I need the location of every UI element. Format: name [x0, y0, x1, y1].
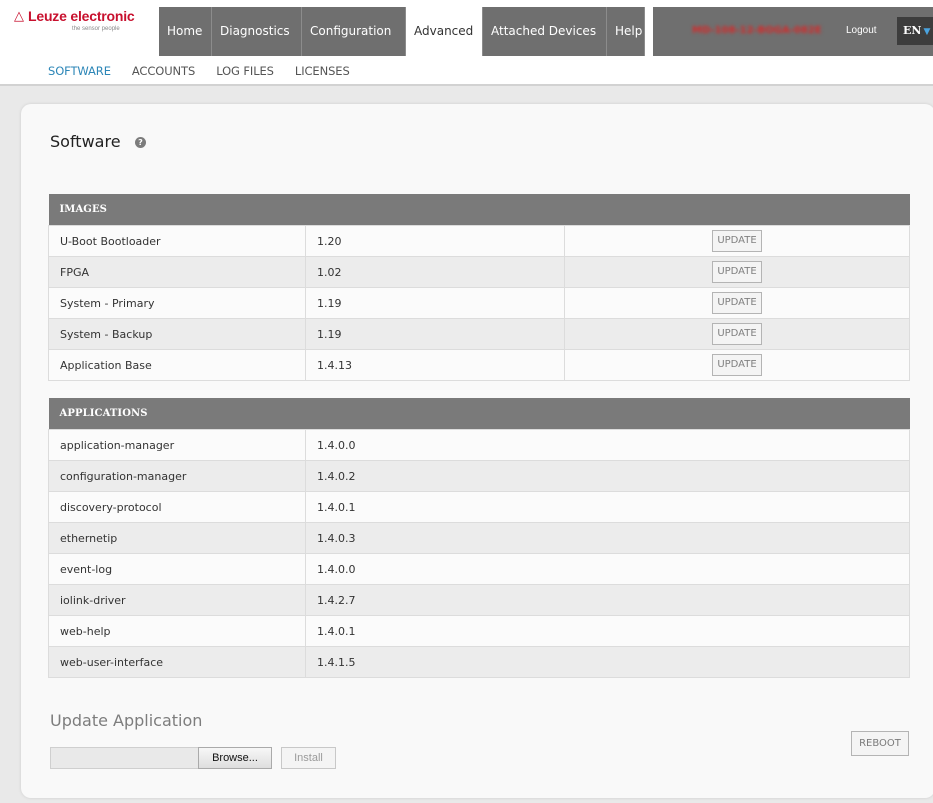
main-nav: Home Diagnostics Configuration Advanced … — [159, 7, 645, 56]
app-name: web-help — [48, 615, 306, 647]
reboot-button[interactable]: REBOOT — [851, 731, 909, 756]
subtab-log-files[interactable]: LOG FILES — [216, 64, 274, 78]
table-row: System - Backup 1.19 UPDATE — [48, 318, 910, 350]
chevron-down-icon: ▼ — [923, 27, 931, 37]
question-icon[interactable]: ? — [135, 137, 146, 148]
subtab-licenses[interactable]: LICENSES — [295, 64, 350, 78]
image-name: System - Primary — [48, 287, 306, 319]
app-version: 1.4.2.7 — [304, 584, 911, 616]
app-version: 1.4.1.5 — [304, 646, 911, 678]
tab-advanced[interactable]: Advanced — [406, 7, 483, 56]
update-button[interactable]: UPDATE — [712, 230, 762, 252]
tab-diagnostics[interactable]: Diagnostics — [212, 7, 302, 56]
app-name: configuration-manager — [48, 460, 306, 492]
app-version: 1.4.0.0 — [304, 429, 911, 461]
subtab-software[interactable]: SOFTWARE — [48, 64, 111, 78]
table-row: web-help 1.4.0.1 — [48, 615, 911, 647]
app-version: 1.4.0.1 — [304, 615, 911, 647]
app-name: web-user-interface — [48, 646, 306, 678]
applications-header: APPLICATIONS — [48, 398, 910, 430]
language-code: EN — [903, 24, 922, 37]
table-row: web-user-interface 1.4.1.5 — [48, 646, 911, 678]
browse-button[interactable]: Browse... — [198, 747, 272, 769]
image-name: U-Boot Bootloader — [48, 225, 306, 257]
brand-tagline: the sensor people — [72, 26, 120, 32]
tab-configuration[interactable]: Configuration — [302, 7, 406, 56]
logout-link[interactable]: Logout — [846, 7, 877, 56]
app-name: ethernetip — [48, 522, 306, 554]
app-version: 1.4.0.2 — [304, 460, 911, 492]
table-row: Application Base 1.4.13 UPDATE — [48, 349, 910, 381]
table-row: FPGA 1.02 UPDATE — [48, 256, 910, 288]
update-button[interactable]: UPDATE — [712, 323, 762, 345]
image-name: Application Base — [48, 349, 306, 381]
app-version: 1.4.0.1 — [304, 491, 911, 523]
update-button[interactable]: UPDATE — [712, 292, 762, 314]
tab-help[interactable]: Help — [607, 7, 645, 56]
applications-table: APPLICATIONS application-manager 1.4.0.0… — [48, 398, 911, 678]
image-version: 1.4.13 — [305, 349, 565, 381]
table-row: System - Primary 1.19 UPDATE — [48, 287, 910, 319]
image-name: System - Backup — [48, 318, 306, 350]
file-path-field[interactable] — [50, 747, 200, 769]
image-version: 1.19 — [305, 318, 565, 350]
image-version: 1.02 — [305, 256, 565, 288]
table-row: application-manager 1.4.0.0 — [48, 429, 911, 461]
update-application-title: Update Application — [50, 711, 203, 730]
sub-nav: SOFTWARE ACCOUNTS LOG FILES LICENSES — [0, 56, 933, 86]
update-button[interactable]: UPDATE — [712, 354, 762, 376]
brand-name: Leuze electronic — [28, 8, 135, 24]
tab-home[interactable]: Home — [159, 7, 212, 56]
app-name: iolink-driver — [48, 584, 306, 616]
brand-logo[interactable]: △ Leuze electronic the sensor people — [14, 8, 154, 48]
table-row: event-log 1.4.0.0 — [48, 553, 911, 585]
app-version: 1.4.0.0 — [304, 553, 911, 585]
tab-attached-devices[interactable]: Attached Devices — [483, 7, 607, 56]
table-row: discovery-protocol 1.4.0.1 — [48, 491, 911, 523]
subtab-accounts[interactable]: ACCOUNTS — [132, 64, 195, 78]
install-button[interactable]: Install — [281, 747, 336, 769]
page-title: Software — [50, 132, 121, 151]
language-selector[interactable]: EN ▼ — [897, 17, 933, 45]
app-name: application-manager — [48, 429, 306, 461]
table-row: U-Boot Bootloader 1.20 UPDATE — [48, 225, 910, 257]
table-row: ethernetip 1.4.0.3 — [48, 522, 911, 554]
image-version: 1.20 — [305, 225, 565, 257]
app-name: discovery-protocol — [48, 491, 306, 523]
image-version: 1.19 — [305, 287, 565, 319]
device-serial: MD-108-12-BOGA-082E — [692, 25, 822, 36]
app-version: 1.4.0.3 — [304, 522, 911, 554]
warning-triangle-icon: △ — [14, 8, 24, 24]
app-name: event-log — [48, 553, 306, 585]
table-row: configuration-manager 1.4.0.2 — [48, 460, 911, 492]
images-header: IMAGES — [48, 194, 910, 226]
image-name: FPGA — [48, 256, 306, 288]
table-row: iolink-driver 1.4.2.7 — [48, 584, 911, 616]
update-button[interactable]: UPDATE — [712, 261, 762, 283]
images-table: IMAGES U-Boot Bootloader 1.20 UPDATE FPG… — [48, 194, 910, 381]
